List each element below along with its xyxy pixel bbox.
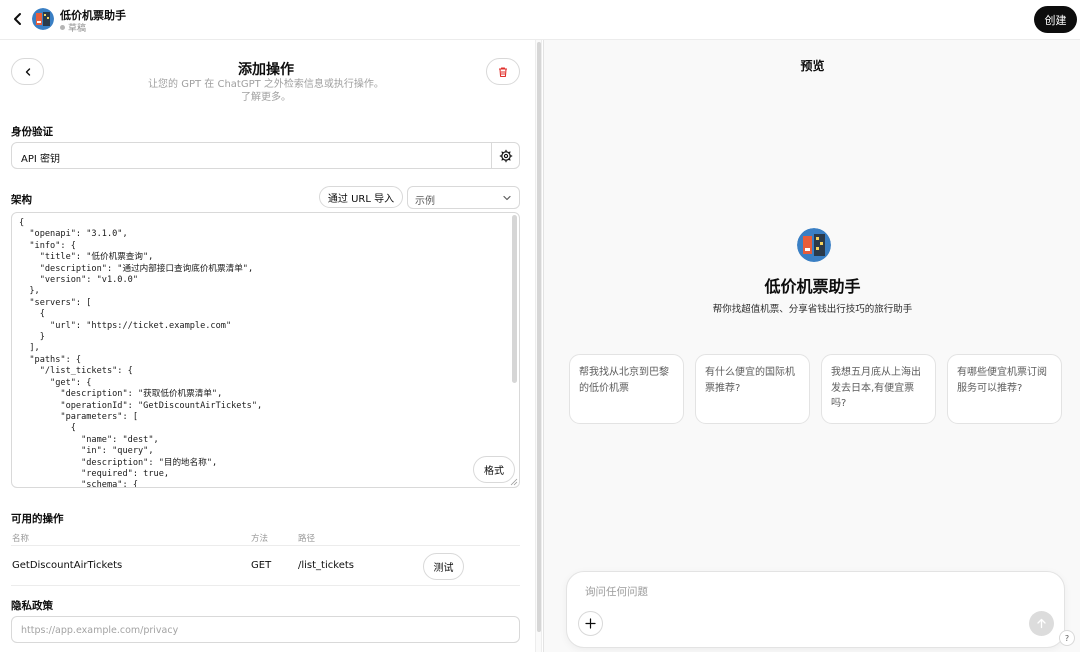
- auth-divider: [491, 143, 492, 168]
- chevron-down-icon: [503, 195, 511, 201]
- column-header-name: 名称: [12, 534, 30, 544]
- schema-scrollbar[interactable]: [512, 215, 517, 383]
- preview-panel: 预览 低价机票助手 帮你找超值机票、分享省钱出行技巧的旅行助手 帮我找从北京到巴…: [543, 40, 1080, 652]
- format-button[interactable]: 格式: [473, 456, 515, 483]
- action-name: GetDiscountAirTickets: [12, 560, 123, 571]
- auth-field[interactable]: API 密钥: [11, 142, 520, 169]
- column-header-method: 方法: [251, 534, 269, 544]
- page-subtitle: 让您的 GPT 在 ChatGPT 之外检索信息或执行操作。 了解更多。: [0, 78, 532, 104]
- conversation-starter[interactable]: 有哪些便宜机票订阅服务可以推荐?: [947, 354, 1062, 424]
- back-chevron-icon[interactable]: [8, 9, 28, 29]
- page-title: 添加操作: [238, 62, 294, 78]
- message-composer[interactable]: 询问任何问题: [566, 571, 1065, 648]
- import-url-button[interactable]: 通过 URL 导入: [319, 186, 403, 208]
- delete-button[interactable]: [486, 58, 520, 85]
- conversation-starter[interactable]: 我想五月底从上海出发去日本,有便宜票吗?: [821, 354, 936, 424]
- action-path: /list_tickets: [298, 560, 354, 571]
- draft-status: 草稿: [60, 21, 86, 34]
- gpt-avatar: [32, 8, 54, 30]
- preview-avatar: [797, 228, 831, 262]
- panel-scrollbar-thumb[interactable]: [537, 42, 541, 632]
- panel-scrollbar[interactable]: [535, 40, 542, 652]
- resize-grip-icon[interactable]: [510, 478, 518, 486]
- schema-editor[interactable]: { "openapi": "3.1.0", "info": { "title":…: [11, 212, 520, 488]
- actions-label: 可用的操作: [11, 513, 64, 525]
- privacy-url-input[interactable]: https://app.example.com/privacy: [11, 616, 520, 643]
- help-button[interactable]: ?: [1059, 630, 1075, 646]
- conversation-starter[interactable]: 帮我找从北京到巴黎的低价机票: [569, 354, 684, 424]
- status-label: 草稿: [68, 24, 87, 34]
- send-button[interactable]: [1029, 611, 1054, 636]
- privacy-label: 隐私政策: [11, 600, 53, 612]
- learn-more-link[interactable]: 了解更多。: [0, 91, 532, 104]
- gear-icon[interactable]: [498, 148, 514, 164]
- example-select-value: 示例: [415, 196, 435, 207]
- schema-label: 架构: [11, 194, 32, 206]
- column-header-path: 路径: [298, 534, 316, 544]
- example-select[interactable]: 示例: [407, 186, 520, 209]
- trash-icon: [499, 66, 507, 77]
- conversation-starter[interactable]: 有什么便宜的国际机票推荐?: [695, 354, 810, 424]
- divider: [11, 545, 520, 546]
- action-editor-panel: 添加操作 让您的 GPT 在 ChatGPT 之外检索信息或执行操作。 了解更多…: [0, 40, 542, 652]
- auth-value: API 密钥: [21, 154, 60, 165]
- schema-code[interactable]: { "openapi": "3.1.0", "info": { "title":…: [19, 218, 262, 487]
- test-button[interactable]: 测试: [423, 553, 464, 580]
- auth-label: 身份验证: [11, 126, 53, 138]
- privacy-placeholder: https://app.example.com/privacy: [21, 625, 179, 636]
- preview-description: 帮你找超值机票、分享省钱出行技巧的旅行助手: [712, 304, 913, 315]
- composer-placeholder: 询问任何问题: [585, 586, 648, 598]
- attach-button[interactable]: [578, 611, 603, 636]
- divider: [11, 585, 520, 586]
- plus-icon: [585, 618, 596, 629]
- top-bar: 低价机票助手 草稿 创建: [0, 0, 1080, 40]
- create-button[interactable]: 创建: [1034, 6, 1077, 33]
- subtitle-text: 让您的 GPT 在 ChatGPT 之外检索信息或执行操作。: [148, 79, 384, 90]
- preview-title: 预览: [800, 59, 825, 73]
- status-dot-icon: [60, 25, 65, 30]
- preview-gpt-name: 低价机票助手: [764, 277, 861, 296]
- arrow-up-icon: [1037, 618, 1046, 629]
- action-method: GET: [251, 560, 272, 571]
